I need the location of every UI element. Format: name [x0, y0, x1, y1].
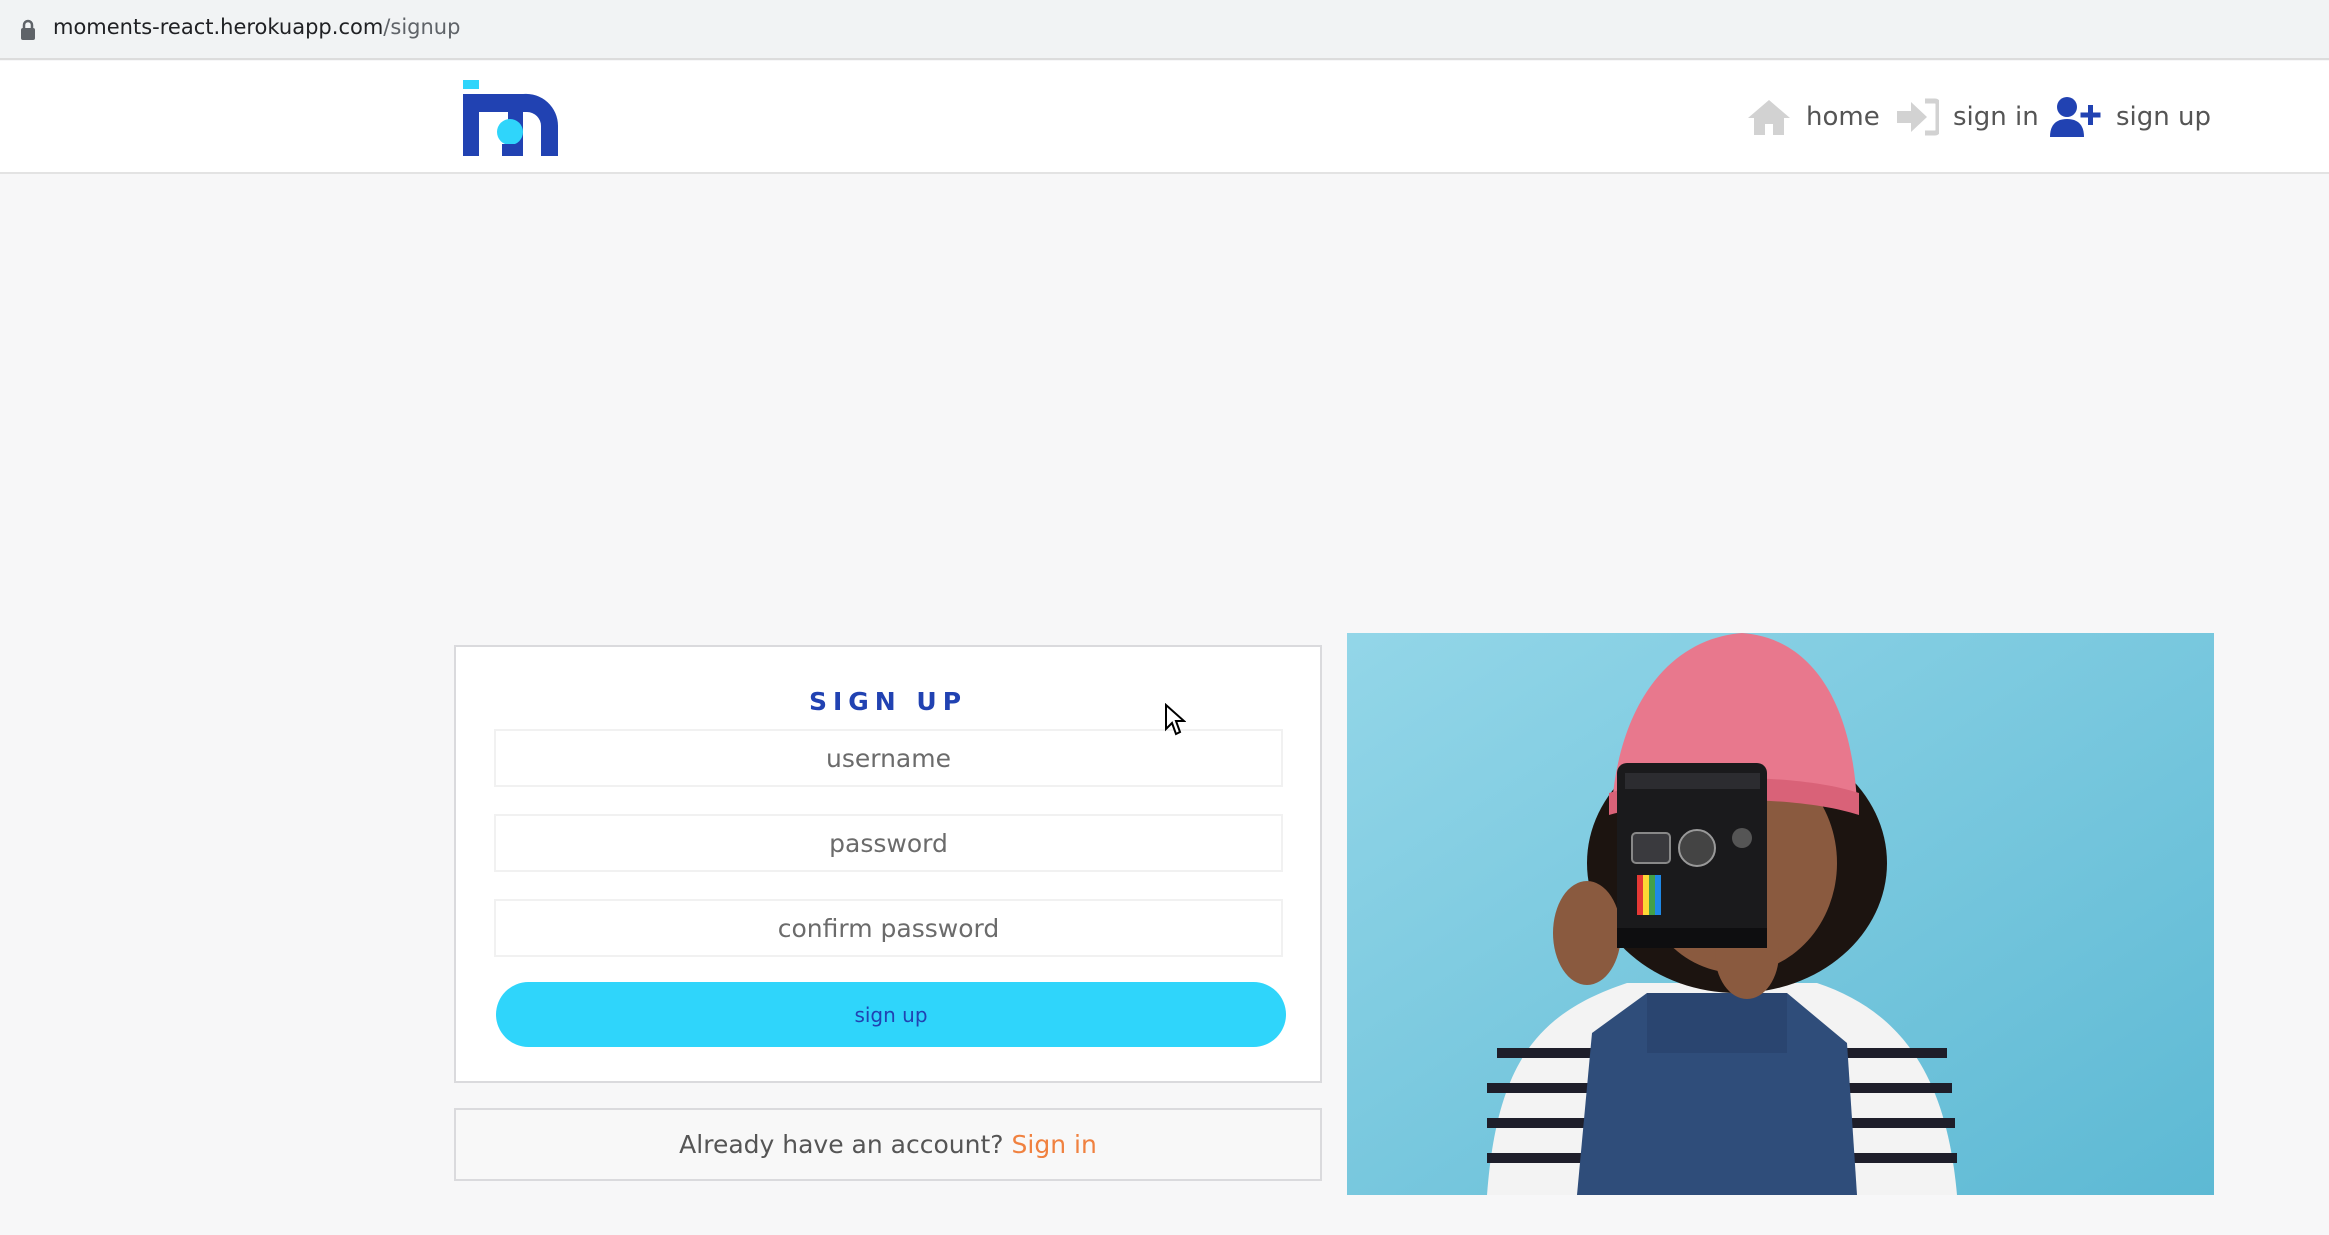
- user-plus-icon: [2050, 97, 2101, 137]
- hero-image-child-with-camera: [1347, 633, 2214, 1195]
- lock-icon: [21, 19, 35, 40]
- signup-button[interactable]: sign up: [496, 982, 1286, 1047]
- nav-signin-link[interactable]: sign in: [1895, 94, 2039, 140]
- browser-address-bar[interactable]: moments-react.herokuapp.com/signup: [0, 0, 2329, 60]
- signin-prompt-text: Already have an account?: [679, 1130, 1004, 1159]
- nav-home-link[interactable]: home: [1746, 94, 1880, 140]
- signup-card: SIGN UP sign up: [454, 645, 1322, 1083]
- nav-home-label: home: [1806, 102, 1880, 132]
- signin-prompt-box: Already have an account? Sign in: [454, 1108, 1322, 1181]
- nav-signin-label: sign in: [1953, 102, 2039, 132]
- mouse-cursor-icon: [1165, 703, 1186, 736]
- password-field[interactable]: [494, 814, 1283, 872]
- signup-title: SIGN UP: [808, 687, 968, 716]
- signin-link[interactable]: Sign in: [1012, 1130, 1097, 1159]
- url-host: moments-react.herokuapp.com: [53, 15, 384, 39]
- house-icon: [1748, 100, 1790, 135]
- nav-signup-label: sign up: [2116, 102, 2211, 132]
- url-path: /signup: [383, 15, 461, 39]
- nav-signup-link[interactable]: sign up: [2050, 94, 2211, 140]
- confirm-password-field[interactable]: [494, 899, 1283, 957]
- sign-in-arrow-icon: [1897, 98, 1939, 136]
- site-navbar: home sign in sign up: [0, 61, 2329, 174]
- url-text[interactable]: moments-react.herokuapp.com/signup: [53, 15, 460, 39]
- username-field[interactable]: [494, 729, 1283, 787]
- moments-logo[interactable]: [463, 80, 558, 156]
